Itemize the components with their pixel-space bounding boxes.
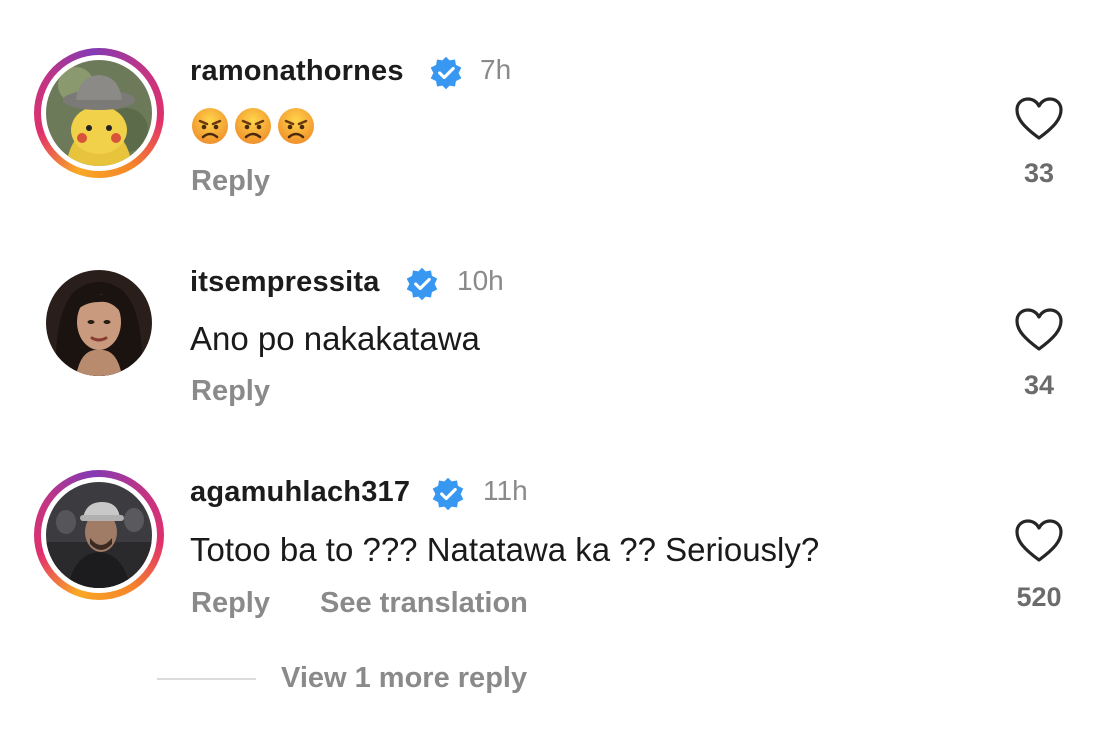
comment-item: ramonathornes 7h Reply 33 <box>0 0 1120 220</box>
reply-button[interactable]: Reply <box>191 375 270 408</box>
like-count: 33 <box>1023 158 1055 188</box>
avatar <box>46 60 152 166</box>
heart-outline-icon[interactable] <box>1014 307 1064 353</box>
angry-face-emoji <box>235 108 271 145</box>
like-count: 520 <box>1016 582 1062 612</box>
heart-outline-icon[interactable] <box>1014 518 1064 564</box>
verified-badge-icon <box>406 267 438 301</box>
like-count: 34 <box>1023 370 1055 400</box>
avatar <box>46 482 152 588</box>
heart-outline-icon[interactable] <box>1014 96 1064 142</box>
comment-username[interactable]: agamuhlach317 <box>190 476 410 509</box>
comment-item: agamuhlach317 11h Totoo ba to ??? Natata… <box>0 430 1120 640</box>
angry-face-emoji <box>192 108 228 145</box>
see-translation-button[interactable]: See translation <box>320 587 528 620</box>
reply-button[interactable]: Reply <box>191 587 270 620</box>
avatar-story-ring[interactable] <box>34 48 164 178</box>
view-more-replies-button[interactable]: View 1 more reply <box>281 662 527 695</box>
comment-timestamp: 11h <box>483 475 528 506</box>
comment-timestamp: 7h <box>480 54 512 85</box>
avatar <box>46 270 152 376</box>
view-replies-divider <box>157 678 256 680</box>
reply-button[interactable]: Reply <box>191 165 270 198</box>
comment-username[interactable]: ramonathornes <box>190 55 404 88</box>
angry-face-emoji <box>278 108 314 145</box>
comment-emoji-row <box>190 105 319 146</box>
comment-username[interactable]: itsempressita <box>190 266 380 299</box>
verified-badge-icon <box>430 56 462 90</box>
comment-item: itsempressita 10h Ano po nakakatawa Repl… <box>0 220 1120 430</box>
comment-text: Ano po nakakatawa <box>190 320 480 357</box>
comment-timestamp: 10h <box>457 265 504 296</box>
avatar-wrapper[interactable] <box>34 258 164 388</box>
comment-text: Totoo ba to ??? Natatawa ka ?? Seriously… <box>190 531 820 568</box>
verified-badge-icon <box>432 477 464 511</box>
avatar-story-ring[interactable] <box>34 470 164 600</box>
